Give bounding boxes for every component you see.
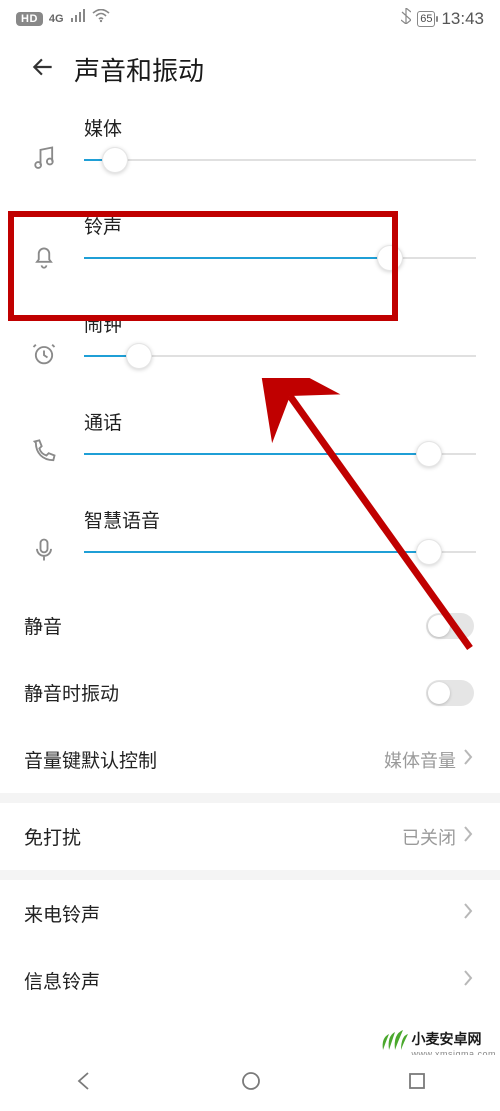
vibrate-on-mute-row[interactable]: 静音时振动 (0, 659, 500, 726)
aivoice-slider[interactable] (84, 551, 476, 553)
page-title: 声音和振动 (74, 51, 204, 88)
bluetooth-icon (401, 8, 411, 29)
watermark-brand: 小麦安卓网 (411, 1029, 496, 1049)
android-nav-bar (0, 1055, 500, 1111)
chevron-right-icon (462, 825, 474, 848)
aivoice-label: 智慧语音 (84, 506, 476, 533)
alarm-label: 闹钟 (84, 310, 476, 337)
microphone-icon (24, 506, 64, 564)
message-tone-label: 信息铃声 (24, 967, 100, 994)
mute-row[interactable]: 静音 (0, 592, 500, 659)
vibrate-on-mute-toggle[interactable] (426, 680, 474, 706)
section-divider (0, 870, 500, 880)
media-label: 媒体 (84, 114, 476, 141)
nav-back-icon[interactable] (73, 1070, 95, 1097)
hd-badge: HD (16, 12, 43, 26)
battery-indicator: 65 (417, 11, 435, 27)
dnd-value: 已关闭 (402, 824, 456, 850)
alarm-row: 闹钟 (24, 294, 476, 392)
incoming-tone-row[interactable]: 来电铃声 (0, 880, 500, 947)
nav-home-icon[interactable] (240, 1070, 262, 1097)
incoming-tone-label: 来电铃声 (24, 900, 100, 927)
vol-key-default-row[interactable]: 音量键默认控制 媒体音量 (0, 726, 500, 793)
vibrate-on-mute-label: 静音时振动 (24, 679, 119, 706)
header: 声音和振动 (0, 33, 500, 98)
vol-key-default-label: 音量键默认控制 (24, 746, 157, 773)
alarm-clock-icon (24, 310, 64, 368)
settings-list: 静音 静音时振动 音量键默认控制 媒体音量 免打扰 已关闭 来电铃声 信息铃声 (0, 592, 500, 1014)
status-right: 65 13:43 (401, 8, 484, 29)
dnd-label: 免打扰 (24, 823, 81, 850)
chevron-right-icon (462, 748, 474, 771)
alarm-slider[interactable] (84, 355, 476, 357)
back-icon[interactable] (30, 54, 56, 85)
signal-icon (70, 9, 86, 28)
phone-icon (24, 408, 64, 466)
chevron-right-icon (462, 902, 474, 925)
status-bar: HD 4G 65 13:43 (0, 0, 500, 33)
dnd-row[interactable]: 免打扰 已关闭 (0, 803, 500, 870)
nav-recent-icon[interactable] (407, 1071, 427, 1096)
sliders-section: 媒体 铃声 闹钟 (0, 98, 500, 588)
network-4g: 4G (49, 13, 64, 25)
message-tone-row[interactable]: 信息铃声 (0, 947, 500, 1014)
bell-icon (24, 212, 64, 270)
ring-slider[interactable] (84, 257, 476, 259)
vol-key-default-value: 媒体音量 (384, 747, 456, 773)
mute-toggle[interactable] (426, 613, 474, 639)
call-row: 通话 (24, 392, 476, 490)
chevron-right-icon (462, 969, 474, 992)
mute-label: 静音 (24, 612, 62, 639)
clock: 13:43 (441, 9, 484, 29)
wifi-icon (92, 9, 110, 28)
music-note-icon (24, 114, 64, 172)
media-slider[interactable] (84, 159, 476, 161)
aivoice-row: 智慧语音 (24, 490, 476, 588)
call-label: 通话 (84, 408, 476, 435)
ring-label: 铃声 (84, 212, 476, 239)
section-divider (0, 793, 500, 803)
ring-row: 铃声 (24, 196, 476, 294)
status-left: HD 4G (16, 9, 110, 28)
media-row: 媒体 (24, 98, 476, 196)
call-slider[interactable] (84, 453, 476, 455)
